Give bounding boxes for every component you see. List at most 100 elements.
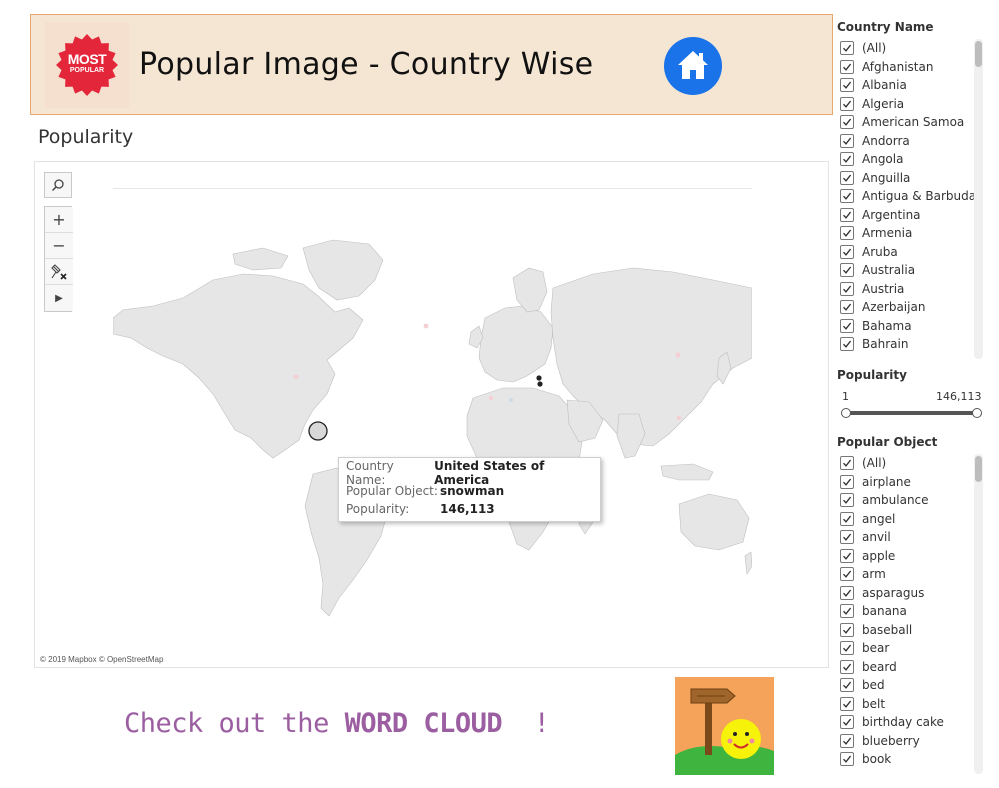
country-filter-option[interactable]: Aruba [840, 243, 985, 262]
checkbox-checked-icon[interactable] [840, 78, 854, 93]
country-filter-option[interactable]: Bahama [840, 317, 985, 336]
checkbox-checked-icon[interactable] [840, 133, 854, 148]
country-filter-option-label: Antigua & Barbuda [862, 189, 977, 204]
checkbox-checked-icon[interactable] [840, 244, 854, 259]
object-filter-option[interactable]: birthday cake [840, 713, 985, 732]
word-cloud-link[interactable]: Check out the WORD CLOUD ! [124, 708, 550, 739]
country-filter-option[interactable]: Andorra [840, 132, 985, 151]
checkbox-checked-icon[interactable] [840, 474, 854, 489]
popularity-slider-track[interactable] [846, 411, 977, 415]
checkbox-checked-icon[interactable] [840, 189, 854, 204]
object-filter-option-label: asparagus [862, 585, 925, 600]
clear-pins-button[interactable] [45, 259, 73, 285]
country-filter-option[interactable]: Azerbaijan [840, 298, 985, 317]
checkbox-checked-icon[interactable] [840, 622, 854, 637]
checkbox-checked-icon[interactable] [840, 96, 854, 111]
object-filter-option[interactable]: ambulance [840, 491, 985, 510]
checkbox-checked-icon[interactable] [840, 715, 854, 730]
most-popular-logo: MOST POPULAR [45, 22, 129, 108]
checkbox-checked-icon[interactable] [840, 152, 854, 167]
checkbox-checked-icon[interactable] [840, 207, 854, 222]
checkbox-checked-icon[interactable] [840, 226, 854, 241]
object-filter-option-label: apple [862, 548, 896, 563]
country-filter-option[interactable]: Argentina [840, 206, 985, 225]
checkbox-checked-icon[interactable] [840, 115, 854, 130]
checkbox-checked-icon[interactable] [840, 263, 854, 278]
europe-land [478, 305, 554, 383]
checkbox-checked-icon[interactable] [840, 604, 854, 619]
country-filter-option[interactable]: Albania [840, 76, 985, 95]
zoom-out-icon: − [52, 236, 66, 255]
checkbox-checked-icon[interactable] [840, 493, 854, 508]
object-filter-option[interactable]: baseball [840, 621, 985, 640]
zoom-out-button[interactable]: − [45, 233, 73, 259]
checkbox-checked-icon[interactable] [840, 530, 854, 545]
word-cloud-signpost-image[interactable] [675, 677, 774, 775]
logo-line2: POPULAR [69, 67, 105, 74]
tooltip-popularity-key: Popularity: [346, 502, 410, 516]
country-filter-option[interactable]: Afghanistan [840, 58, 985, 77]
object-filter-option[interactable]: book [840, 750, 985, 769]
country-filter-option[interactable]: Angola [840, 150, 985, 169]
object-filter-option-label: blueberry [862, 733, 920, 748]
object-filter-option[interactable]: apple [840, 547, 985, 566]
country-scrollbar[interactable] [974, 39, 983, 359]
country-filter-option[interactable]: Australia [840, 261, 985, 280]
popularity-slider-min-handle[interactable] [841, 408, 851, 418]
country-filter-option[interactable]: (All) [840, 39, 985, 58]
zoom-in-button[interactable]: + [45, 207, 73, 233]
checkbox-checked-icon[interactable] [840, 678, 854, 693]
checkbox-checked-icon[interactable] [840, 300, 854, 315]
country-filter-option[interactable]: Algeria [840, 95, 985, 114]
object-filter-option[interactable]: (All) [840, 454, 985, 473]
data-point-faint [676, 415, 682, 421]
checkbox-checked-icon[interactable] [840, 641, 854, 656]
object-filter-option[interactable]: anvil [840, 528, 985, 547]
country-filter-option[interactable]: Bahrain [840, 335, 985, 354]
checkbox-checked-icon[interactable] [840, 511, 854, 526]
checkbox-checked-icon[interactable] [840, 548, 854, 563]
checkbox-checked-icon[interactable] [840, 41, 854, 56]
country-filter-option[interactable]: Austria [840, 280, 985, 299]
checkbox-checked-icon[interactable] [840, 585, 854, 600]
checkbox-checked-icon[interactable] [840, 752, 854, 767]
map-view[interactable]: + − ▶ © 2019 Mapbox © OpenStreetMap [34, 161, 829, 668]
search-button[interactable] [44, 172, 72, 198]
checkbox-checked-icon[interactable] [840, 659, 854, 674]
object-filter-option[interactable]: bear [840, 639, 985, 658]
country-filter-option[interactable]: Armenia [840, 224, 985, 243]
object-scrollbar[interactable] [974, 454, 983, 774]
object-filter-option-label: arm [862, 567, 886, 582]
object-filter-option[interactable]: belt [840, 695, 985, 714]
country-filter-option-label: Azerbaijan [862, 300, 926, 315]
world-map[interactable] [113, 188, 752, 628]
object-filter-option[interactable]: bed [840, 676, 985, 695]
checkbox-checked-icon[interactable] [840, 170, 854, 185]
object-filter-option[interactable]: airplane [840, 473, 985, 492]
checkbox-checked-icon[interactable] [840, 567, 854, 582]
checkbox-checked-icon[interactable] [840, 59, 854, 74]
country-filter-option[interactable]: American Samoa [840, 113, 985, 132]
popularity-slider-max-handle[interactable] [972, 408, 982, 418]
object-filter-option-label: beard [862, 659, 897, 674]
checkbox-checked-icon[interactable] [840, 281, 854, 296]
checkbox-checked-icon[interactable] [840, 696, 854, 711]
object-filter-option[interactable]: beard [840, 658, 985, 677]
country-filter-option-label: Aruba [862, 244, 898, 259]
object-filter-option[interactable]: banana [840, 602, 985, 621]
checkbox-checked-icon[interactable] [840, 733, 854, 748]
country-filter-option[interactable]: Anguilla [840, 169, 985, 188]
arctic-islands [232, 247, 289, 271]
country-filter-option[interactable]: Antigua & Barbuda [840, 187, 985, 206]
checkbox-checked-icon[interactable] [840, 456, 854, 471]
play-button[interactable]: ▶ [45, 285, 73, 311]
object-filter-option-label: ambulance [862, 493, 929, 508]
object-filter-option[interactable]: asparagus [840, 584, 985, 603]
object-filter-option[interactable]: arm [840, 565, 985, 584]
map-attribution[interactable]: © 2019 Mapbox © OpenStreetMap [40, 655, 163, 664]
checkbox-checked-icon[interactable] [840, 318, 854, 333]
checkbox-checked-icon[interactable] [840, 337, 854, 352]
home-button[interactable] [664, 37, 722, 95]
object-filter-option[interactable]: angel [840, 510, 985, 529]
object-filter-option[interactable]: blueberry [840, 732, 985, 751]
